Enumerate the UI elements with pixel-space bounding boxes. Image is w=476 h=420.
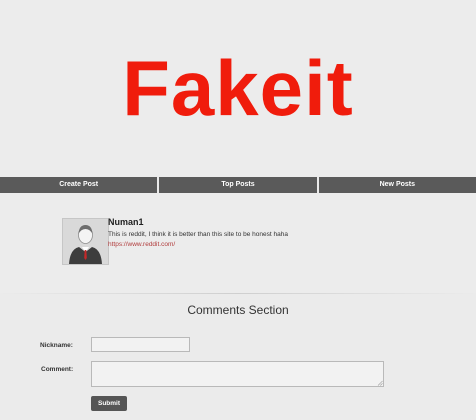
post-link[interactable]: https://www.reddit.com/ <box>108 241 175 248</box>
post-body: This is reddit, I think it is better tha… <box>108 231 288 238</box>
comment-textarea[interactable] <box>91 361 384 387</box>
section-divider <box>0 293 476 294</box>
nav-create-post[interactable]: Create Post <box>0 177 160 193</box>
comments-section-title: Comments Section <box>187 303 289 317</box>
nav-new-posts[interactable]: New Posts <box>319 177 476 193</box>
post-card: Numan1 This is reddit, I think it is bet… <box>0 193 476 293</box>
comment-label: Comment: <box>41 366 74 373</box>
site-logo: Fakeit <box>122 44 354 132</box>
submit-button[interactable]: Submit <box>91 396 127 411</box>
nav-top-posts[interactable]: Top Posts <box>159 177 319 193</box>
post-username[interactable]: Numan1 <box>108 217 144 227</box>
site-header: Fakeit <box>0 0 476 177</box>
nickname-label: Nickname: <box>40 342 73 349</box>
resize-grip-icon[interactable] <box>377 380 383 386</box>
main-nav: Create Post Top Posts New Posts <box>0 177 476 193</box>
nickname-input[interactable] <box>91 337 190 352</box>
user-avatar-icon <box>62 218 109 265</box>
